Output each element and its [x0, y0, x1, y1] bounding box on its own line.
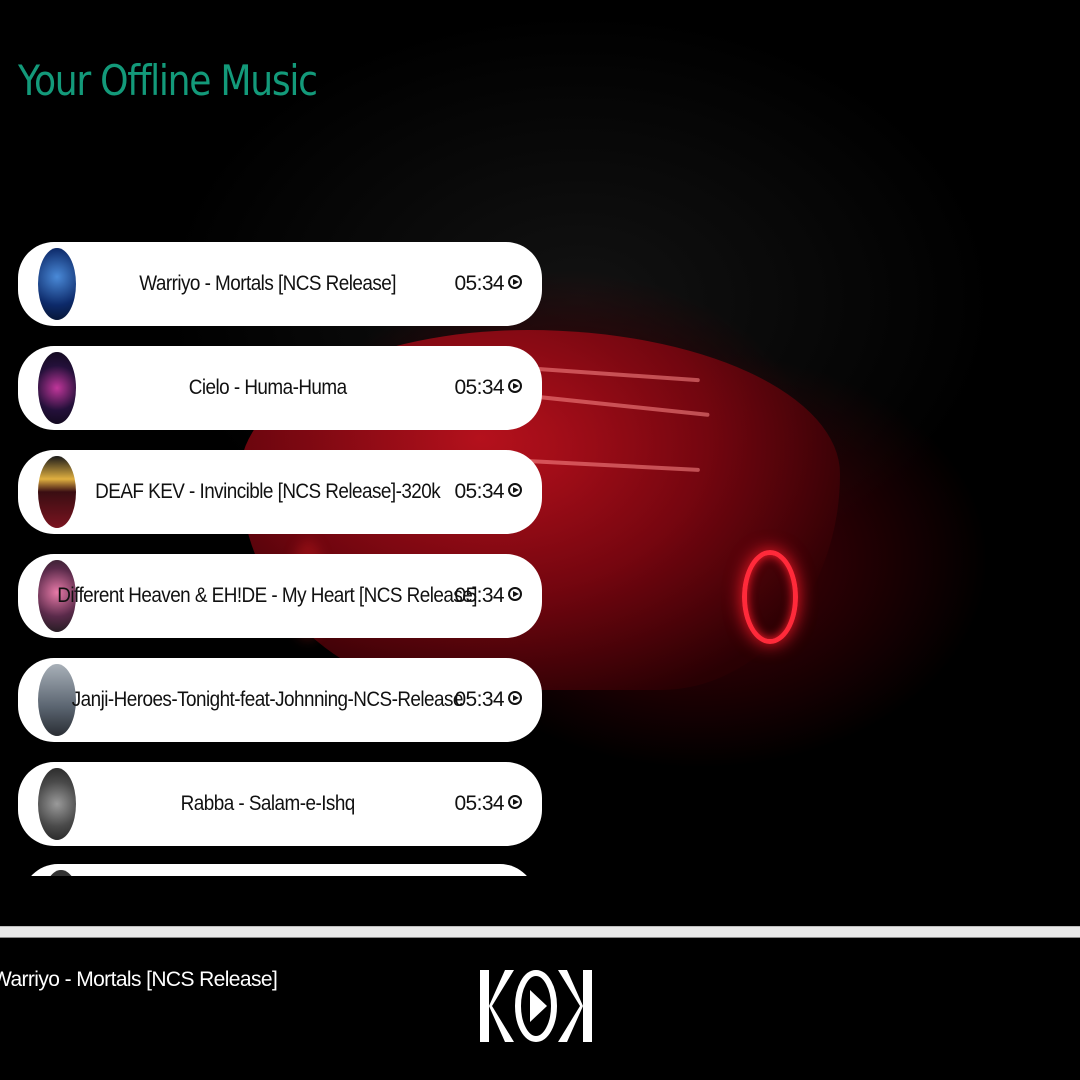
player-bar: Warriyo - Mortals [NCS Release]	[0, 938, 1080, 1080]
track-item[interactable]: DEAF KEV - Invincible [NCS Release]-320k…	[18, 450, 542, 534]
play-circle-icon[interactable]	[508, 275, 522, 289]
track-duration: 05:34	[454, 480, 504, 503]
play-circle-icon[interactable]	[508, 587, 522, 601]
car-taillight-right	[742, 550, 798, 644]
track-title: Janji-Heroes-Tonight-feat-Johnning-NCS-R…	[71, 688, 464, 711]
seek-bar[interactable]	[0, 926, 1080, 938]
track-item[interactable]: Janji-Heroes-Tonight-feat-Johnning-NCS-R…	[18, 658, 542, 742]
play-circle-icon[interactable]	[508, 483, 522, 497]
track-item-partial[interactable]	[22, 864, 536, 876]
track-title: Different Heaven & EH!DE - My Heart [NCS…	[57, 584, 478, 607]
track-item[interactable]: Cielo - Huma-Huma 05:34	[18, 346, 542, 430]
track-item[interactable]: Warriyo - Mortals [NCS Release] 05:34	[18, 242, 542, 326]
album-cover	[38, 456, 76, 528]
album-cover	[38, 248, 76, 320]
track-duration: 05:34	[454, 272, 504, 295]
track-duration: 05:34	[454, 792, 504, 815]
track-duration: 05:34	[454, 376, 504, 399]
now-playing-title: Warriyo - Mortals [NCS Release]	[0, 968, 278, 991]
album-cover	[38, 768, 76, 840]
track-duration: 05:34	[454, 688, 504, 711]
play-circle-icon[interactable]	[508, 691, 522, 705]
album-cover	[38, 352, 76, 424]
track-title: Warriyo - Mortals [NCS Release]	[139, 272, 396, 295]
track-item[interactable]: Rabba - Salam-e-Ishq 05:34	[18, 762, 542, 846]
skip-previous-icon[interactable]	[478, 968, 516, 1044]
play-circle-icon[interactable]	[508, 795, 522, 809]
track-item[interactable]: Different Heaven & EH!DE - My Heart [NCS…	[18, 554, 542, 638]
album-cover	[42, 870, 80, 876]
track-title: DEAF KEV - Invincible [NCS Release]-320k	[95, 480, 441, 503]
skip-next-icon[interactable]	[556, 968, 594, 1044]
album-cover	[38, 664, 76, 736]
track-list[interactable]: Warriyo - Mortals [NCS Release] 05:34 Ci…	[0, 238, 560, 876]
track-title: Cielo - Huma-Huma	[188, 376, 347, 399]
play-circle-icon[interactable]	[508, 379, 522, 393]
track-title: Rabba - Salam-e-Ishq	[180, 792, 355, 815]
play-icon[interactable]	[514, 968, 558, 1044]
page-title: Your Offline Music	[18, 56, 318, 105]
track-duration: 05:34	[454, 584, 504, 607]
